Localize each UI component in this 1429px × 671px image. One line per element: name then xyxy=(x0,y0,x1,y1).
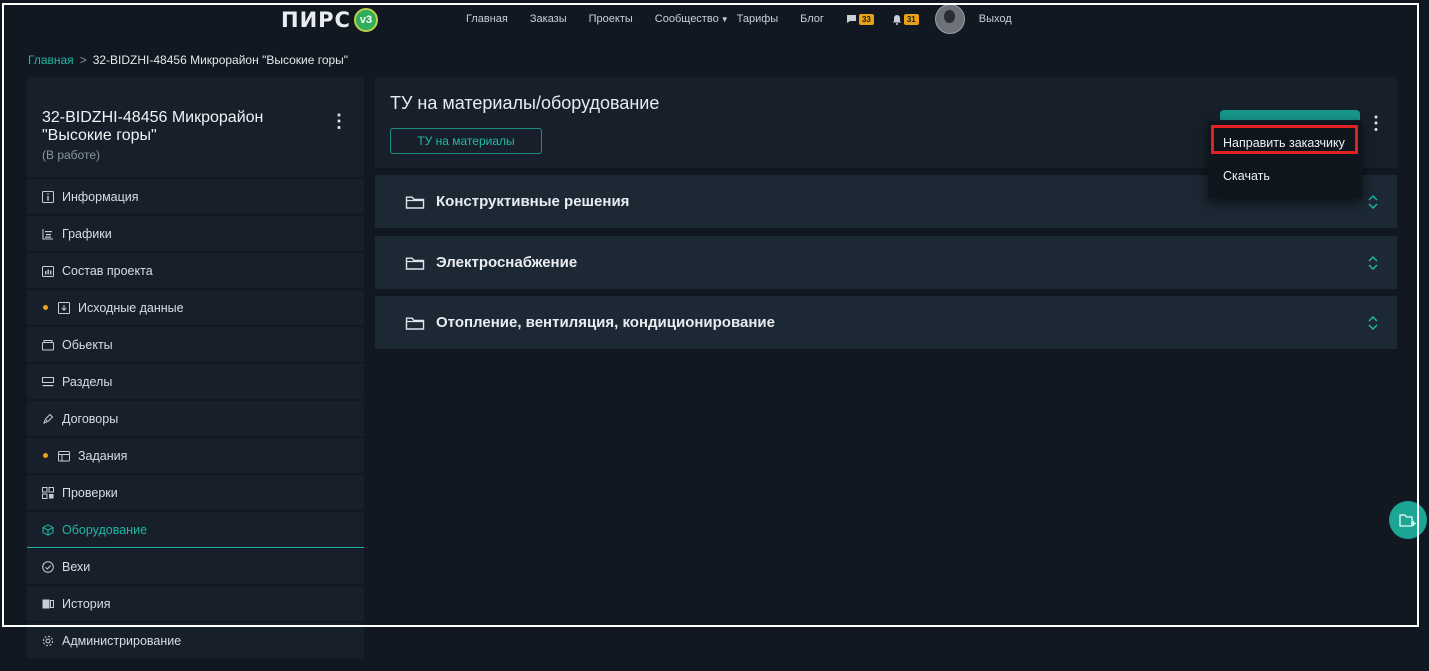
sidebar-item-composition[interactable]: Состав проекта xyxy=(27,253,364,288)
bell-icon xyxy=(892,14,901,25)
chevron-up-down-icon xyxy=(1368,255,1378,271)
sidebar-item-label: Разделы xyxy=(62,374,113,389)
sidebar-item-checks[interactable]: Проверки xyxy=(27,475,364,510)
info-icon xyxy=(41,190,55,204)
sidebar-item-label: История xyxy=(62,596,111,611)
sidebar-item-label: Оборудование xyxy=(62,522,148,537)
chevron-up-down-icon xyxy=(1368,194,1378,210)
pen-icon xyxy=(41,412,55,426)
caret-down-icon: ▼ xyxy=(720,15,729,24)
breadcrumb-current: 32-BIDZHI-48456 Микрорайон "Высокие горы… xyxy=(92,53,349,67)
nav-home[interactable]: Главная xyxy=(466,13,508,25)
unread-dot xyxy=(43,453,48,458)
logo-text: ПИРС xyxy=(281,8,351,32)
nav-tariffs[interactable]: Тарифы xyxy=(737,13,779,25)
nav-community-label: Сообщество xyxy=(654,13,719,25)
sidebar-item-label: Состав проекта xyxy=(62,263,153,278)
sidebar: 32-BIDZHI-48456 Микрорайон "Высокие горы… xyxy=(27,77,364,671)
download-menu-item[interactable]: Скачать xyxy=(1223,169,1270,183)
add-folder-button[interactable] xyxy=(1389,501,1427,539)
breadcrumb-separator: > xyxy=(79,53,87,67)
sidebar-item-milestones[interactable]: Вехи xyxy=(27,549,364,584)
sidebar-item-source-data[interactable]: Исходные данные xyxy=(27,290,364,325)
gear-icon xyxy=(41,634,55,648)
options-dropdown: Направить заказчику Скачать xyxy=(1208,121,1362,198)
download-icon xyxy=(57,301,71,315)
logo[interactable]: ПИРС v3 xyxy=(281,8,378,32)
sidebar-item-contracts[interactable]: Договоры xyxy=(27,401,364,436)
sections-icon xyxy=(41,375,55,389)
sidebar-item-label: Договоры xyxy=(62,411,119,426)
cube-icon xyxy=(41,523,55,537)
folder-plus-icon xyxy=(1399,514,1416,527)
check-circle-icon xyxy=(41,560,55,574)
sidebar-item-tasks[interactable]: Задания xyxy=(27,438,364,473)
sidebar-item-admin[interactable]: Администрирование xyxy=(27,623,364,658)
tasks-icon xyxy=(57,449,71,463)
nav-blog[interactable]: Блог xyxy=(800,13,824,25)
checks-icon xyxy=(41,486,55,500)
sidebar-item-label: Администрирование xyxy=(62,633,182,648)
top-header: ПИРС v3 Главная Заказы Проекты Сообществ… xyxy=(0,0,1429,40)
section-accordion[interactable]: Электроснабжение xyxy=(375,236,1397,289)
send-to-customer-menu-item[interactable]: Направить заказчику xyxy=(1223,136,1345,150)
tu-materials-button[interactable]: ТУ на материалы xyxy=(390,128,542,154)
section-label: Отопление, вентиляция, кондиционирование xyxy=(436,314,775,331)
action-button[interactable] xyxy=(1220,110,1360,120)
breadcrumb-home[interactable]: Главная xyxy=(28,53,74,67)
page-title: ТУ на материалы/оборудование xyxy=(390,93,660,113)
messages-button[interactable]: 33 xyxy=(846,13,874,25)
nav-projects[interactable]: Проекты xyxy=(589,13,633,25)
sidebar-item-equipment[interactable]: Оборудование xyxy=(27,512,364,548)
sidebar-item-objects[interactable]: Обьекты xyxy=(27,327,364,362)
notifications-count-badge: 31 xyxy=(903,13,919,25)
nav-orders[interactable]: Заказы xyxy=(530,13,567,25)
breadcrumb: Главная >32-BIDZHI-48456 Микрорайон "Высо… xyxy=(28,53,348,67)
project-more-icon[interactable]: ⋮ xyxy=(330,111,348,131)
folder-icon xyxy=(405,315,425,331)
avatar[interactable] xyxy=(934,4,965,34)
unread-dot xyxy=(43,305,48,310)
folder-icon xyxy=(405,194,425,210)
project-status: (В работе) xyxy=(42,148,100,162)
notifications-button[interactable]: 31 xyxy=(892,13,919,25)
chart-icon xyxy=(41,227,55,241)
sidebar-item-label: Графики xyxy=(62,226,112,241)
sidebar-item-label: Исходные данные xyxy=(78,300,184,315)
section-label: Электроснабжение xyxy=(436,254,578,271)
sidebar-item-sections[interactable]: Разделы xyxy=(27,364,364,399)
sidebar-item-label: Информация xyxy=(62,189,139,204)
project-card: 32-BIDZHI-48456 Микрорайон "Высокие горы… xyxy=(27,77,364,177)
sidebar-item-label: Вехи xyxy=(62,559,91,574)
chat-icon xyxy=(846,15,856,23)
folder-icon xyxy=(405,255,425,271)
main-nav: Главная Заказы Проекты Сообщество ▼ Тариф… xyxy=(466,0,1034,38)
sidebar-item-history[interactable]: История xyxy=(27,586,364,621)
project-title: 32-BIDZHI-48456 Микрорайон "Высокие горы… xyxy=(42,109,264,144)
sidebar-item-label: Задания xyxy=(78,448,128,463)
sidebar-item-charts[interactable]: Графики xyxy=(27,216,364,251)
more-options-icon[interactable]: ⋮ xyxy=(1367,112,1385,134)
sidebar-item-info[interactable]: Информация xyxy=(27,179,364,214)
section-accordion[interactable]: Отопление, вентиляция, кондиционирование xyxy=(375,296,1397,349)
box-icon xyxy=(41,338,55,352)
chevron-up-down-icon xyxy=(1368,315,1378,331)
messages-count-badge: 33 xyxy=(858,13,874,25)
composition-icon xyxy=(41,264,55,278)
section-label: Конструктивные решения xyxy=(436,193,630,210)
logout-link[interactable]: Выход xyxy=(979,13,1012,25)
sidebar-item-label: Обьекты xyxy=(62,337,113,352)
sidebar-item-label: Проверки xyxy=(62,485,118,500)
version-badge: v3 xyxy=(353,8,378,32)
history-icon xyxy=(41,597,55,611)
nav-community[interactable]: Сообщество ▼ xyxy=(655,13,729,25)
